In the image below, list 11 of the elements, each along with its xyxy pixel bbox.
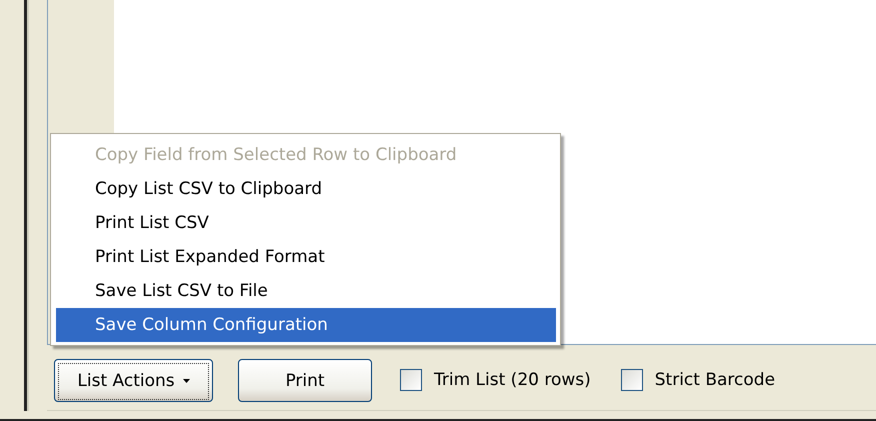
menu-item[interactable]: Save List CSV to File: [56, 274, 556, 308]
menu-item[interactable]: Save Column Configuration: [56, 308, 556, 342]
checkbox-label: Trim List (20 rows): [434, 370, 591, 390]
print-button[interactable]: Print: [238, 358, 372, 402]
menu-item[interactable]: Print List Expanded Format: [56, 240, 556, 274]
menu-item[interactable]: Print List CSV: [56, 206, 556, 240]
checkbox[interactable]: [400, 369, 422, 392]
checkbox[interactable]: [620, 369, 643, 392]
checkbox-label: Strict Barcode: [654, 370, 776, 390]
dropdown-button[interactable]: List Actions: [54, 358, 213, 402]
menu-item[interactable]: Copy List CSV to Clipboard: [56, 172, 556, 206]
